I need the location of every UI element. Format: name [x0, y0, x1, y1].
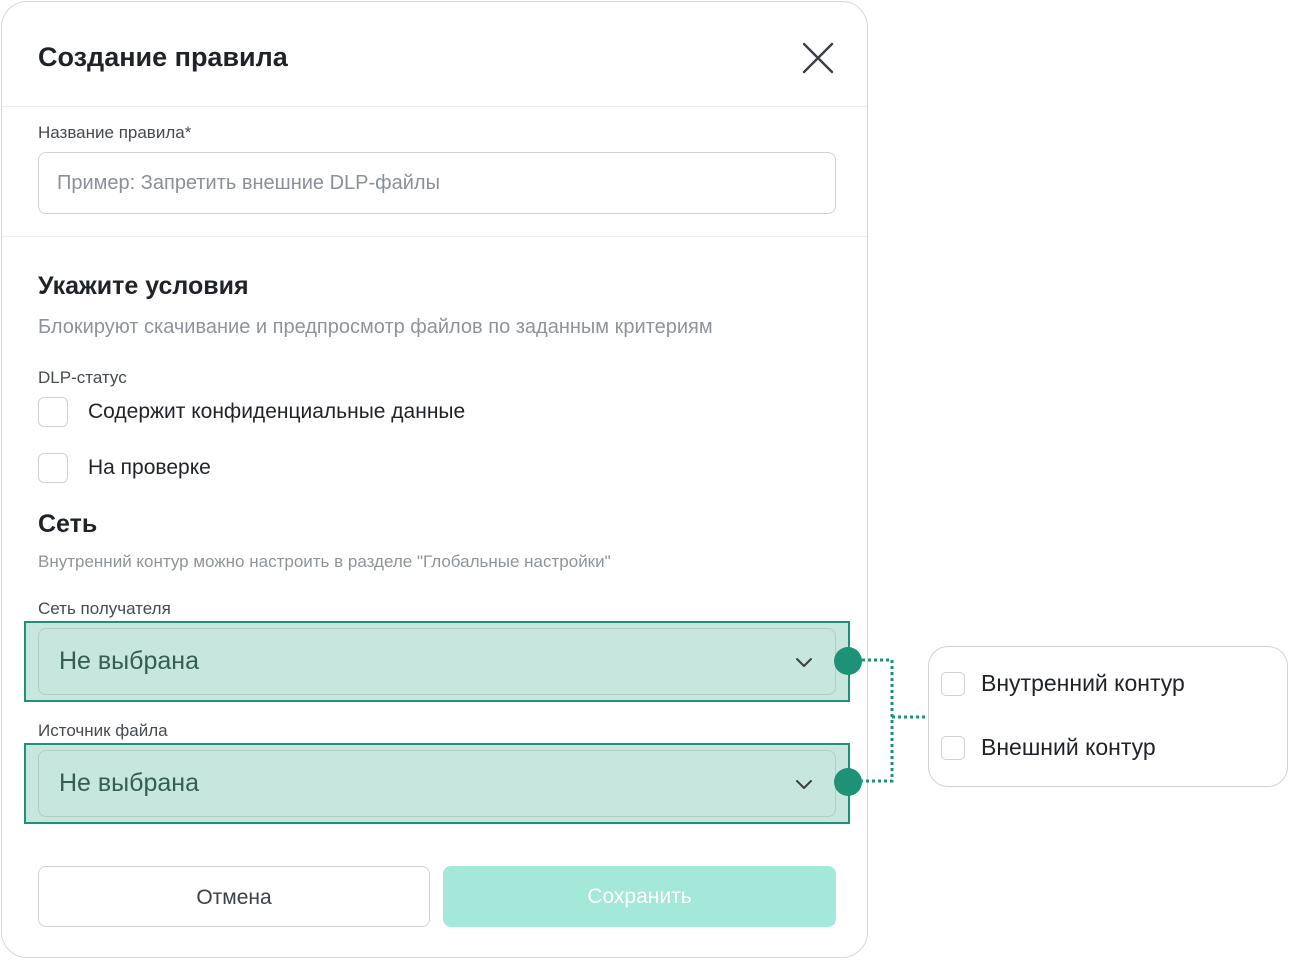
- external-contour-checkbox[interactable]: [941, 736, 965, 760]
- header-divider: [2, 106, 867, 107]
- conditions-title: Укажите условия: [38, 272, 249, 300]
- external-contour-label[interactable]: Внешний контур: [981, 734, 1156, 761]
- internal-contour-label[interactable]: Внутренний контур: [981, 670, 1185, 697]
- recipient-network-select[interactable]: Не выбрана: [38, 628, 836, 695]
- file-source-label: Источник файла: [38, 721, 168, 740]
- close-icon: [802, 42, 834, 74]
- network-hint: Внутренний контур можно настроить в разд…: [38, 552, 611, 571]
- dlp-confidential-label[interactable]: Содержит конфиденциальные данные: [88, 400, 465, 424]
- save-button[interactable]: Сохранить: [443, 866, 836, 927]
- chevron-down-icon: [796, 658, 812, 667]
- network-options-dropdown: Внутренний контур Внешний контур: [928, 646, 1288, 787]
- recipient-network-value: Не выбрана: [59, 647, 199, 675]
- rule-name-input[interactable]: [38, 152, 836, 214]
- rule-name-label: Название правила*: [38, 123, 192, 142]
- network-title: Сеть: [38, 510, 98, 538]
- create-rule-modal: Создание правила Название правила* Укажи…: [1, 1, 868, 958]
- dlp-status-label: DLP-статус: [38, 368, 127, 387]
- connector-lines: [862, 658, 930, 783]
- file-source-select[interactable]: Не выбрана: [38, 750, 836, 817]
- internal-contour-checkbox[interactable]: [941, 672, 965, 696]
- recipient-network-label: Сеть получателя: [38, 599, 171, 618]
- conditions-subtitle: Блокируют скачивание и предпросмотр файл…: [38, 316, 713, 338]
- section-divider: [2, 236, 867, 237]
- close-button[interactable]: [798, 38, 838, 78]
- cancel-button[interactable]: Отмена: [38, 866, 430, 927]
- file-source-value: Не выбрана: [59, 769, 199, 797]
- dlp-review-label[interactable]: На проверке: [88, 456, 211, 480]
- dlp-confidential-checkbox[interactable]: [38, 397, 68, 427]
- dlp-review-checkbox[interactable]: [38, 453, 68, 483]
- chevron-down-icon: [796, 780, 812, 789]
- modal-title: Создание правила: [38, 42, 288, 72]
